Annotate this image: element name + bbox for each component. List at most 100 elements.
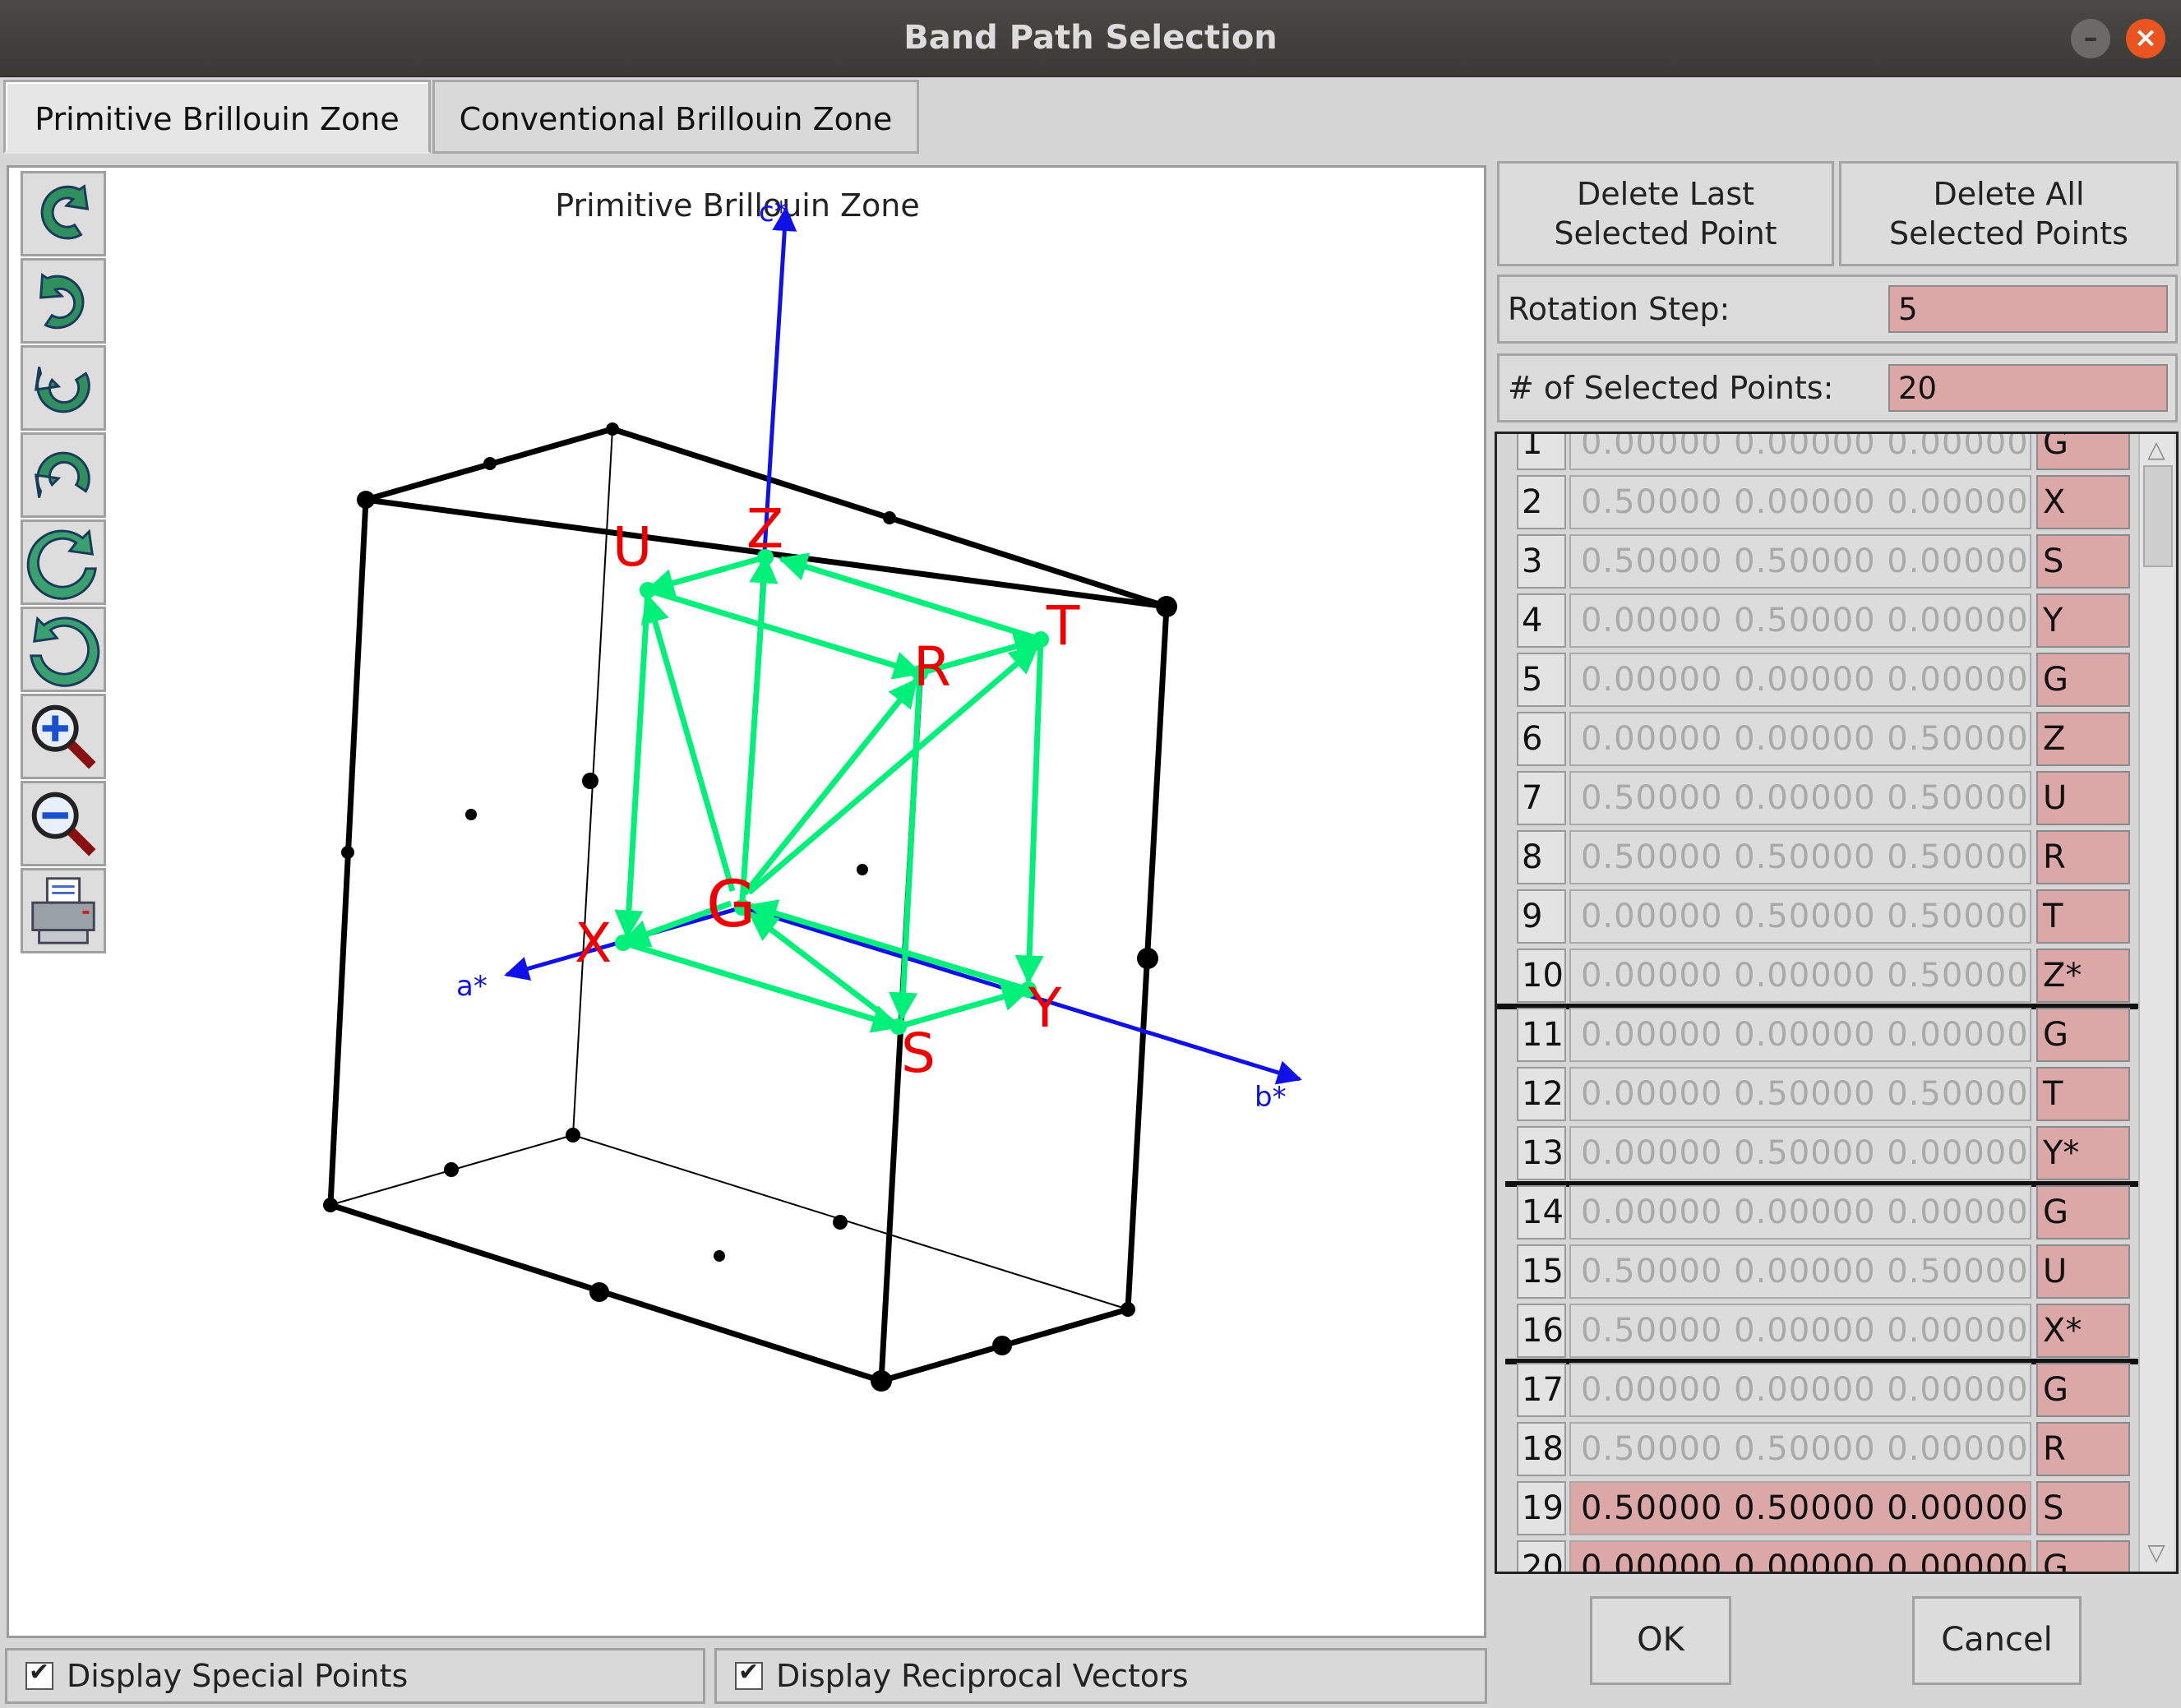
list-item[interactable]: 15 0.50000 0.00000 0.50000 U [1517, 1244, 2133, 1299]
list-item[interactable]: 20 0.00000 0.00000 0.00000 G [1517, 1540, 2133, 1572]
list-item[interactable]: 12 0.00000 0.50000 0.50000 T [1517, 1067, 2133, 1121]
list-item[interactable]: 17 0.00000 0.00000 0.00000 G [1517, 1363, 2133, 1417]
rotate-up-button[interactable] [21, 171, 106, 256]
rotation-step-input[interactable] [1888, 285, 2168, 333]
tab-primitive-brillouin-zone[interactable]: Primitive Brillouin Zone [3, 80, 431, 154]
point-label[interactable]: T [2036, 889, 2130, 944]
list-item[interactable]: 9 0.00000 0.50000 0.50000 T [1517, 889, 2133, 944]
print-button[interactable] [21, 868, 106, 953]
point-coords: 0.50000 0.00000 0.50000 [1569, 771, 2031, 825]
point-coords: 0.00000 0.50000 0.00000 [1569, 593, 2031, 648]
rotate-up-icon [40, 184, 90, 240]
point-number: 17 [1517, 1363, 1566, 1417]
display-special-points-checkbox[interactable]: Display Special Points [5, 1647, 705, 1704]
point-label[interactable]: Z* [2036, 949, 2130, 1003]
selected-points-input[interactable] [1888, 364, 2168, 412]
ok-button[interactable]: OK [1590, 1596, 1731, 1685]
brillouin-zone-canvas[interactable]: Primitive Brillouin Zone c* a* b* U Z T … [7, 165, 1486, 1638]
point-number: 3 [1517, 534, 1566, 589]
point-number: 16 [1517, 1304, 1566, 1358]
point-label[interactable]: U [2036, 1244, 2130, 1299]
list-scrollbar[interactable]: △ ▽ [2138, 434, 2174, 1572]
point-label[interactable]: G [2036, 1008, 2130, 1062]
display-reciprocal-vectors-checkbox[interactable]: Display Reciprocal Vectors [714, 1647, 1487, 1704]
rotate-right-button[interactable] [21, 432, 106, 518]
point-label[interactable]: G [2036, 1540, 2130, 1572]
point-label[interactable]: G [2036, 1185, 2130, 1239]
list-item[interactable]: 14 0.00000 0.00000 0.00000 G [1517, 1185, 2133, 1239]
point-label[interactable]: R [2036, 1422, 2130, 1476]
point-number: 1 [1517, 434, 1566, 470]
scroll-down-icon[interactable]: ▽ [2145, 1540, 2168, 1565]
point-label[interactable]: X* [2036, 1304, 2130, 1358]
point-number: 6 [1517, 712, 1566, 766]
point-coords: 0.50000 0.00000 0.00000 [1569, 1304, 2031, 1358]
point-label[interactable]: G [2036, 653, 2130, 707]
scroll-up-icon[interactable]: △ [2145, 437, 2168, 462]
point-coords: 0.50000 0.50000 0.00000 [1569, 534, 2031, 589]
point-coords: 0.00000 0.00000 0.50000 [1569, 712, 2031, 766]
rotate-counterclockwise-button[interactable] [21, 607, 106, 692]
point-coords: 0.50000 0.00000 0.00000 [1569, 475, 2031, 529]
list-item[interactable]: 7 0.50000 0.00000 0.50000 U [1517, 771, 2133, 825]
rotate-left-button[interactable] [21, 345, 106, 431]
point-label[interactable]: G [2036, 434, 2130, 470]
minimize-icon: – [2083, 21, 2098, 54]
special-points-check-icon[interactable] [25, 1647, 53, 1698]
label-z: Z [746, 497, 783, 561]
list-item[interactable]: 2 0.50000 0.00000 0.00000 X [1517, 475, 2133, 529]
zoom-out-button[interactable] [21, 781, 106, 866]
rotate-down-button[interactable] [21, 258, 106, 344]
title-bar: Band Path Selection – × [0, 0, 2181, 77]
point-label[interactable]: S [2036, 534, 2130, 589]
rotate-counterclockwise-icon [30, 616, 100, 687]
point-label[interactable]: Z [2036, 712, 2130, 766]
list-item[interactable]: 5 0.00000 0.00000 0.00000 G [1517, 653, 2133, 707]
axis-label-b: b* [1255, 1081, 1287, 1114]
point-label[interactable]: G [2036, 1363, 2130, 1417]
point-label[interactable]: R [2036, 830, 2130, 884]
point-coords: 0.00000 0.00000 0.00000 [1569, 1008, 2031, 1062]
point-label[interactable]: U [2036, 771, 2130, 825]
delete-last-line2: Selected Point [1554, 215, 1777, 252]
list-item[interactable]: 18 0.50000 0.50000 0.00000 R [1517, 1422, 2133, 1476]
point-number: 20 [1517, 1540, 1566, 1572]
list-item[interactable]: 3 0.50000 0.50000 0.00000 S [1517, 534, 2133, 589]
list-item[interactable]: 6 0.00000 0.00000 0.50000 Z [1517, 712, 2133, 766]
point-number: 15 [1517, 1244, 1566, 1299]
delete-last-point-button[interactable]: Delete Last Selected Point [1497, 161, 1834, 266]
rotate-clockwise-button[interactable] [21, 519, 106, 605]
rotate-clockwise-icon [26, 529, 97, 600]
list-item[interactable]: 1 0.00000 0.00000 0.00000 G [1517, 434, 2133, 470]
point-label[interactable]: Y [2036, 593, 2130, 648]
list-item[interactable]: 10 0.00000 0.00000 0.50000 Z* [1517, 949, 2133, 1003]
selected-points-list[interactable]: 1 0.00000 0.00000 0.00000 G 2 0.50000 0.000… [1495, 432, 2179, 1574]
special-points-label: Display Special Points [67, 1658, 409, 1694]
list-item[interactable]: 8 0.50000 0.50000 0.50000 R [1517, 830, 2133, 884]
cancel-button[interactable]: Cancel [1912, 1596, 2082, 1685]
list-item[interactable]: 4 0.00000 0.50000 0.00000 Y [1517, 593, 2133, 648]
zoom-out-icon [31, 792, 96, 856]
point-number: 2 [1517, 475, 1566, 529]
point-number: 8 [1517, 830, 1566, 884]
reciprocal-vectors-label: Display Reciprocal Vectors [776, 1658, 1189, 1694]
point-number: 4 [1517, 593, 1566, 648]
zoom-in-button[interactable] [21, 694, 106, 779]
delete-all-line2: Selected Points [1889, 215, 2128, 252]
list-item[interactable]: 16 0.50000 0.00000 0.00000 X* [1517, 1304, 2133, 1358]
delete-all-points-button[interactable]: Delete All Selected Points [1839, 161, 2179, 266]
point-label[interactable]: T [2036, 1067, 2130, 1121]
point-coords: 0.00000 0.00000 0.00000 [1569, 434, 2031, 470]
list-item[interactable]: 13 0.00000 0.50000 0.00000 Y* [1517, 1126, 2133, 1180]
scroll-thumb[interactable] [2143, 465, 2173, 567]
point-label[interactable]: X [2036, 475, 2130, 529]
reciprocal-vectors-check-icon[interactable] [735, 1647, 763, 1698]
point-label[interactable]: Y* [2036, 1126, 2130, 1180]
selected-points-row: # of Selected Points: [1497, 353, 2178, 422]
list-item[interactable]: 11 0.00000 0.00000 0.00000 G [1517, 1008, 2133, 1062]
close-button[interactable]: × [2126, 19, 2165, 58]
minimize-button[interactable]: – [2071, 19, 2110, 58]
tab-conventional-brillouin-zone[interactable]: Conventional Brillouin Zone [432, 80, 919, 154]
point-label[interactable]: S [2036, 1481, 2130, 1535]
list-item[interactable]: 19 0.50000 0.50000 0.00000 S [1517, 1481, 2133, 1535]
